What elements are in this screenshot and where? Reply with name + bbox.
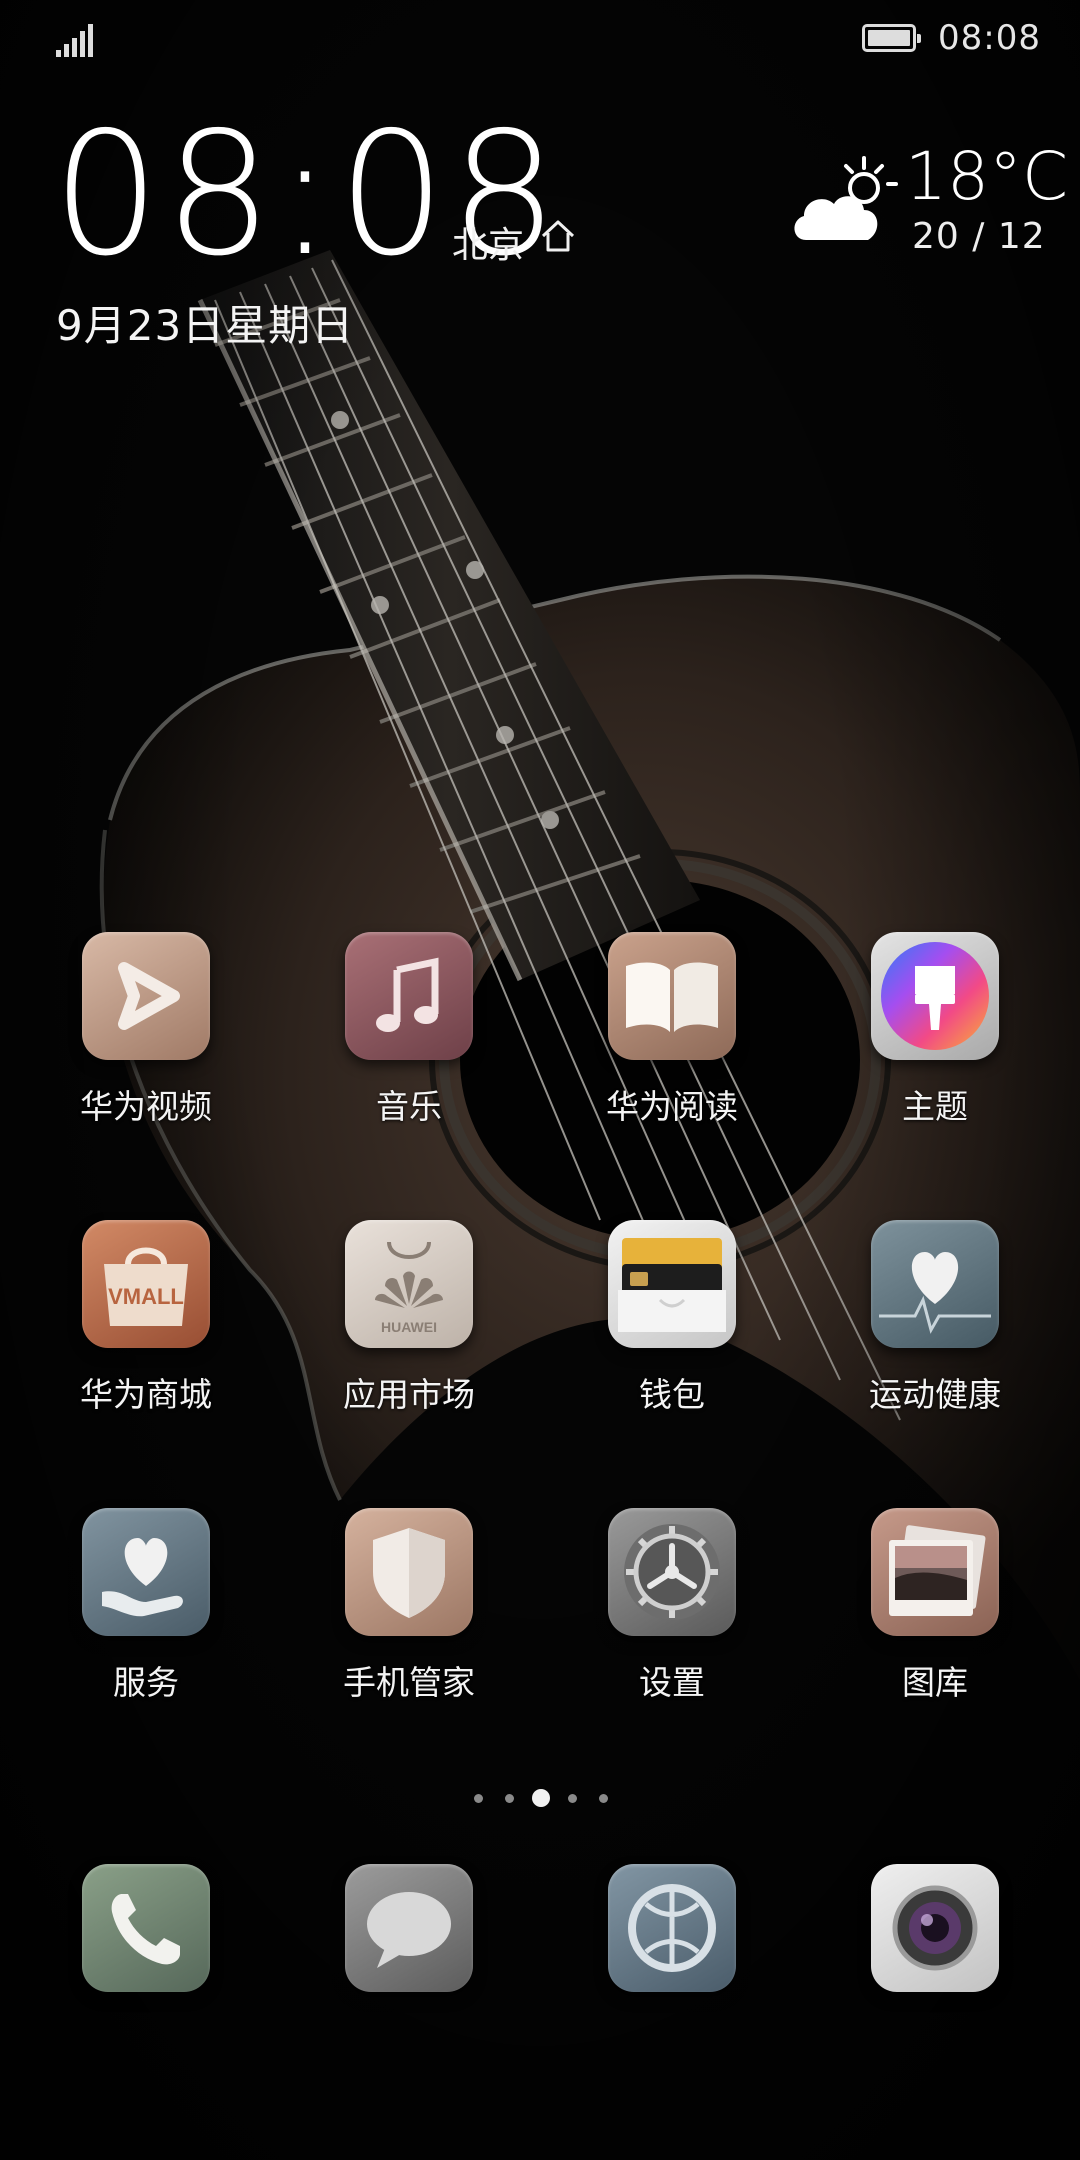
clock-date[interactable]: 9月23日星期日 xyxy=(56,292,354,353)
app-health[interactable]: 运动健康 xyxy=(843,1220,1023,1430)
app-wallet[interactable]: 钱包 xyxy=(580,1220,760,1430)
svg-text:HUAWEI: HUAWEI xyxy=(381,1319,437,1335)
play-icon xyxy=(118,962,180,1030)
app-label: 运动健康 xyxy=(869,1375,1001,1414)
app-label: 应用市场 xyxy=(343,1375,475,1414)
app-label: 钱包 xyxy=(639,1375,705,1414)
app-settings[interactable]: 设置 xyxy=(580,1508,760,1718)
gear-icon xyxy=(624,1524,720,1620)
shopping-bag-icon: VMALL xyxy=(104,1247,188,1326)
music-note-icon xyxy=(376,957,439,1032)
app-label: 华为阅读 xyxy=(606,1087,738,1126)
status-bar: 08:08 xyxy=(0,0,1080,80)
page-dot[interactable] xyxy=(599,1794,608,1803)
clock-city[interactable]: 北京 xyxy=(452,216,524,268)
browser-icon xyxy=(628,1884,716,1972)
paintbrush-icon xyxy=(881,942,989,1050)
app-gallery[interactable]: 图库 xyxy=(843,1508,1023,1718)
wallet-icon xyxy=(618,1238,726,1332)
app-label: 图库 xyxy=(902,1663,968,1702)
photos-icon xyxy=(889,1525,986,1616)
page-indicator[interactable] xyxy=(472,1786,612,1810)
heart-pulse-icon xyxy=(879,1252,991,1334)
app-huawei-reader[interactable]: 华为阅读 xyxy=(580,932,760,1142)
phone-icon xyxy=(111,1894,180,1965)
camera-icon xyxy=(892,1885,978,1971)
app-label: 华为商城 xyxy=(80,1375,212,1414)
dock-messages[interactable] xyxy=(345,1864,473,1992)
shield-icon xyxy=(373,1528,445,1618)
huawei-bag-icon: HUAWEI xyxy=(375,1241,443,1335)
app-label: 设置 xyxy=(639,1663,705,1702)
app-themes[interactable]: 主题 xyxy=(843,932,1023,1142)
app-label: 华为视频 xyxy=(80,1087,212,1126)
weather-temperature[interactable]: 18°C xyxy=(905,138,1068,215)
open-book-icon xyxy=(626,962,718,1032)
page-dot[interactable] xyxy=(474,1794,483,1803)
messages-icon xyxy=(367,1892,451,1968)
weather-temp-range: 20 / 12 xyxy=(912,216,1046,257)
app-vmall[interactable]: VMALL 华为商城 xyxy=(54,1220,234,1430)
app-appgallery[interactable]: HUAWEI 应用市场 xyxy=(317,1220,497,1430)
signal-bars-icon xyxy=(56,24,93,57)
page-dot[interactable] xyxy=(505,1794,514,1803)
app-services[interactable]: 服务 xyxy=(54,1508,234,1718)
app-label: 主题 xyxy=(902,1087,968,1126)
dock-browser[interactable] xyxy=(608,1864,736,1992)
dock-camera[interactable] xyxy=(871,1864,999,1992)
page-dot[interactable] xyxy=(568,1794,577,1803)
app-phone-manager[interactable]: 手机管家 xyxy=(317,1508,497,1718)
status-time: 08:08 xyxy=(938,18,1041,58)
app-label: 服务 xyxy=(113,1663,179,1702)
dock-phone[interactable] xyxy=(82,1864,210,1992)
app-label: 手机管家 xyxy=(343,1663,475,1702)
app-label: 音乐 xyxy=(376,1087,442,1126)
svg-text:VMALL: VMALL xyxy=(108,1284,184,1309)
partly-cloudy-icon[interactable] xyxy=(788,152,898,248)
app-huawei-video[interactable]: 华为视频 xyxy=(54,932,234,1142)
heart-hand-icon xyxy=(102,1538,183,1617)
app-music[interactable]: 音乐 xyxy=(317,932,497,1142)
page-dot-active[interactable] xyxy=(532,1789,550,1807)
battery-icon xyxy=(862,24,921,52)
home-icon xyxy=(541,220,575,252)
